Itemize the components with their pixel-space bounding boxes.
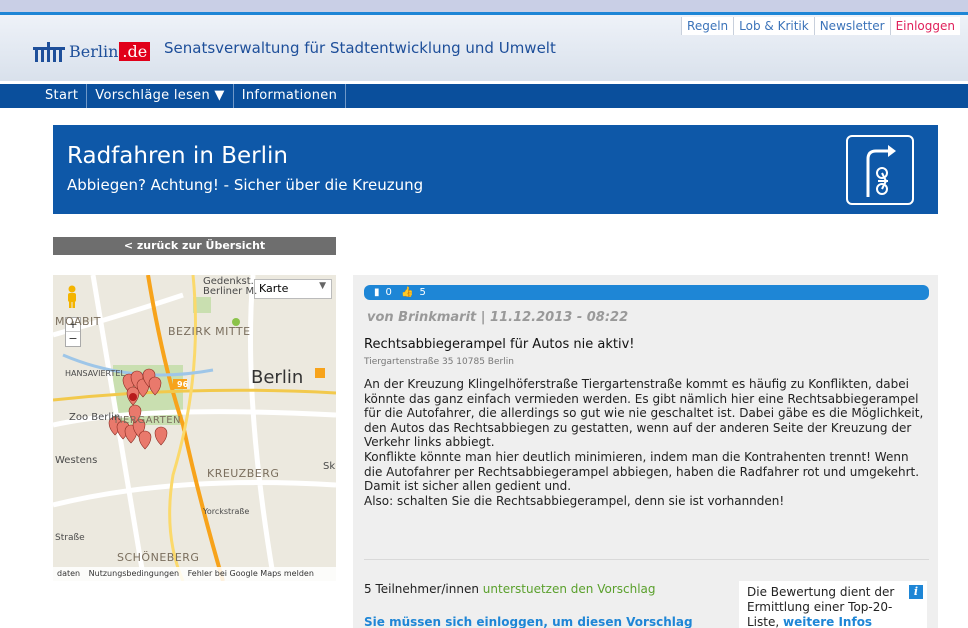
divider	[364, 559, 929, 560]
thumbs-up-icon: 👍	[401, 287, 414, 298]
hero-banner: Radfahren in Berlin Abbiegen? Achtung! -…	[53, 125, 938, 214]
site-header: Berlin .de Senatsverwaltung für Stadtentw…	[0, 15, 968, 81]
berlin-logo[interactable]: Berlin .de	[33, 38, 151, 62]
bike-turn-sign-icon	[846, 135, 914, 205]
terms-link[interactable]: Nutzungsbedingungen	[89, 569, 179, 578]
rules-link[interactable]: Regeln	[681, 17, 734, 35]
hero-title: Radfahren in Berlin	[67, 143, 288, 169]
nav-read-proposals[interactable]: Vorschläge lesen ▼	[87, 84, 234, 108]
counter-bar: ▮ 0 👍 5	[364, 285, 929, 300]
map-label: Berlin	[251, 367, 304, 388]
proposal-title: Rechtsabbiegerampel für Autos nie aktiv!	[364, 337, 635, 352]
map-data-credit: daten	[57, 569, 81, 578]
map-widget[interactable]: + − Karte ▼ Gedenkst. Berliner M. MOABIT…	[53, 275, 336, 581]
proposal-address: Tiergartenstraße 35 10785 Berlin	[364, 357, 514, 367]
body-paragraph: An der Kreuzung Klingelhöferstraße Tierg…	[364, 377, 924, 450]
info-icon: i	[909, 585, 923, 599]
comment-icon: ▮	[374, 287, 380, 298]
brandenburg-gate-icon	[33, 38, 67, 62]
street-view-pegman-icon[interactable]	[65, 285, 79, 309]
chevron-down-icon: ▼	[319, 281, 326, 291]
map-label: Yorckstraße	[203, 507, 250, 516]
back-to-overview-button[interactable]: < zurück zur Übersicht	[53, 237, 336, 255]
map-footer: daten Nutzungsbedingungen Fehler bei Goo…	[53, 567, 336, 581]
newsletter-link[interactable]: Newsletter	[813, 17, 890, 35]
top-links: Regeln Lob & Kritik Newsletter Einloggen	[681, 17, 960, 35]
proposal-detail: ▮ 0 👍 5 von Brinkmarit | 11.12.2013 - 08:2…	[353, 275, 938, 628]
map-label: Straße	[55, 533, 85, 543]
map-label: KREUZBERG	[207, 467, 280, 480]
participants-line: 5 Teilnehmer/innen unterstuetzen den Vor…	[364, 582, 656, 596]
author-line: von Brinkmarit | 11.12.2013 - 08:22	[367, 310, 629, 325]
map-label: MOABIT	[55, 315, 101, 328]
road-number: 96	[177, 380, 189, 389]
like-count: 5	[419, 287, 426, 298]
map-type-label: Karte	[259, 282, 289, 295]
map-label: TIERGARTEN	[113, 415, 182, 426]
page: Berlin .de Senatsverwaltung für Stadtentw…	[0, 12, 968, 628]
zoom-out-button[interactable]: −	[66, 332, 80, 346]
site-title: Senatsverwaltung für Stadtentwicklung un…	[164, 39, 556, 57]
feedback-link[interactable]: Lob & Kritik	[733, 17, 814, 35]
hero-subtitle: Abbiegen? Achtung! - Sicher über die Kre…	[67, 176, 424, 194]
map-label: HANSAVIERTEL	[65, 369, 125, 378]
map-label: BEZIRK MITTE	[168, 325, 251, 338]
nav-start[interactable]: Start	[0, 84, 88, 108]
report-error-link[interactable]: Fehler bei Google Maps melden	[188, 569, 314, 578]
map-label: Sk	[323, 461, 336, 472]
body-paragraph: Also: schalten Sie die Rechtsabbiegeramp…	[364, 493, 785, 508]
map-label: SCHÖNEBERG	[117, 551, 200, 564]
logo-text: Berlin .de	[69, 42, 151, 62]
login-hint-link[interactable]: Sie müssen sich einloggen, um diesen Vor…	[364, 615, 694, 628]
map-label: Gedenkst. Berliner M.	[203, 276, 258, 297]
comment-count: 0	[385, 287, 392, 298]
proposal-body: An der Kreuzung Klingelhöferstraße Tierg…	[364, 377, 929, 508]
map-type-select[interactable]: Karte ▼	[254, 279, 332, 299]
nav-information[interactable]: Informationen	[234, 84, 347, 108]
body-paragraph: Konflikte könnte man hier deutlich minim…	[364, 449, 920, 494]
rating-info-box: Die Bewertung dient der Ermittlung einer…	[739, 581, 927, 628]
support-link[interactable]: unterstuetzen den Vorschlag	[483, 582, 656, 596]
participants-count: 5 Teilnehmer/innen	[364, 582, 479, 596]
map-label: Westens	[55, 455, 98, 466]
map-label: Zoo Berlin	[69, 412, 121, 423]
main-nav: Start Vorschläge lesen ▼ Informationen	[0, 84, 968, 108]
login-link[interactable]: Einloggen	[889, 17, 960, 35]
